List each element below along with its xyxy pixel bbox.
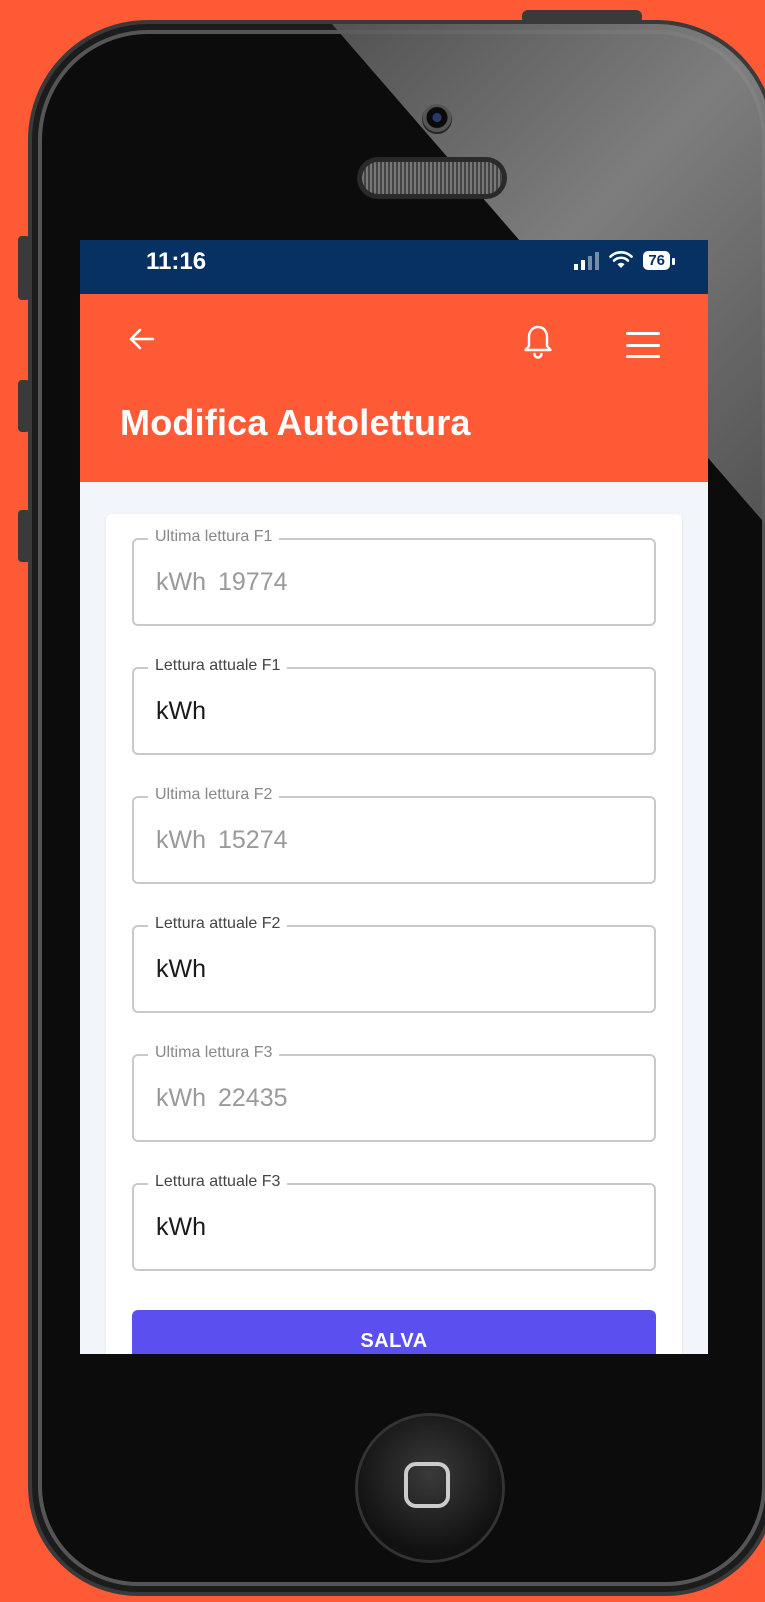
unit-prefix: kWh bbox=[156, 697, 206, 725]
field-value: kWh bbox=[156, 697, 218, 726]
mute-switch bbox=[18, 236, 30, 300]
current-reading-f3-input[interactable]: Lettura attuale F3 kWh bbox=[132, 1173, 656, 1271]
power-button bbox=[522, 10, 642, 24]
field-value: kWh 22435 bbox=[156, 1084, 288, 1113]
status-icons: 76 bbox=[574, 250, 675, 270]
field-value: kWh 15274 bbox=[156, 826, 288, 855]
last-reading-f1-field: Ultima lettura F1 kWh 19774 bbox=[132, 528, 656, 626]
field-label: Lettura attuale F2 bbox=[148, 915, 288, 933]
field-label: Ultima lettura F1 bbox=[148, 528, 280, 546]
field-value: kWh bbox=[156, 1213, 218, 1242]
app-screen: 11:16 76 Modifica Autolettura Ultima let… bbox=[80, 240, 708, 1354]
field-label: Lettura attuale F1 bbox=[148, 657, 288, 675]
field-label: Ultima lettura F3 bbox=[148, 1044, 280, 1062]
unit-prefix: kWh bbox=[156, 1213, 206, 1241]
reading-value: 19774 bbox=[218, 568, 288, 596]
unit-prefix: kWh bbox=[156, 568, 206, 596]
field-label: Lettura attuale F3 bbox=[148, 1173, 288, 1191]
earpiece-speaker bbox=[362, 162, 502, 194]
current-reading-f1-input[interactable]: Lettura attuale F1 kWh bbox=[132, 657, 656, 755]
reading-value: 15274 bbox=[218, 826, 288, 854]
field-label: Ultima lettura F2 bbox=[148, 786, 280, 804]
unit-prefix: kWh bbox=[156, 1084, 206, 1112]
status-time: 11:16 bbox=[146, 248, 207, 275]
reading-value: 22435 bbox=[218, 1084, 288, 1112]
last-reading-f2-field: Ultima lettura F2 kWh 15274 bbox=[132, 786, 656, 884]
hamburger-menu-icon[interactable] bbox=[626, 332, 660, 358]
battery-icon: 76 bbox=[643, 250, 675, 270]
current-reading-f2-input[interactable]: Lettura attuale F2 kWh bbox=[132, 915, 656, 1013]
field-value: kWh 19774 bbox=[156, 568, 288, 597]
status-bar: 11:16 76 bbox=[80, 240, 708, 294]
page-title: Modifica Autolettura bbox=[120, 402, 471, 443]
wifi-icon bbox=[609, 251, 634, 268]
reading-form-card: Ultima lettura F1 kWh 19774 Lettura attu… bbox=[106, 514, 682, 1354]
back-arrow-icon[interactable] bbox=[126, 324, 156, 360]
field-value: kWh bbox=[156, 955, 218, 984]
app-header: Modifica Autolettura bbox=[80, 294, 708, 482]
home-button-icon bbox=[404, 1462, 450, 1508]
unit-prefix: kWh bbox=[156, 955, 206, 983]
front-camera bbox=[422, 104, 452, 134]
volume-up-button bbox=[18, 380, 30, 432]
signal-icon bbox=[574, 250, 600, 270]
save-button[interactable]: SALVA bbox=[132, 1310, 656, 1354]
last-reading-f3-field: Ultima lettura F3 kWh 22435 bbox=[132, 1044, 656, 1142]
unit-prefix: kWh bbox=[156, 826, 206, 854]
volume-down-button bbox=[18, 510, 30, 562]
bell-icon[interactable] bbox=[522, 324, 554, 360]
